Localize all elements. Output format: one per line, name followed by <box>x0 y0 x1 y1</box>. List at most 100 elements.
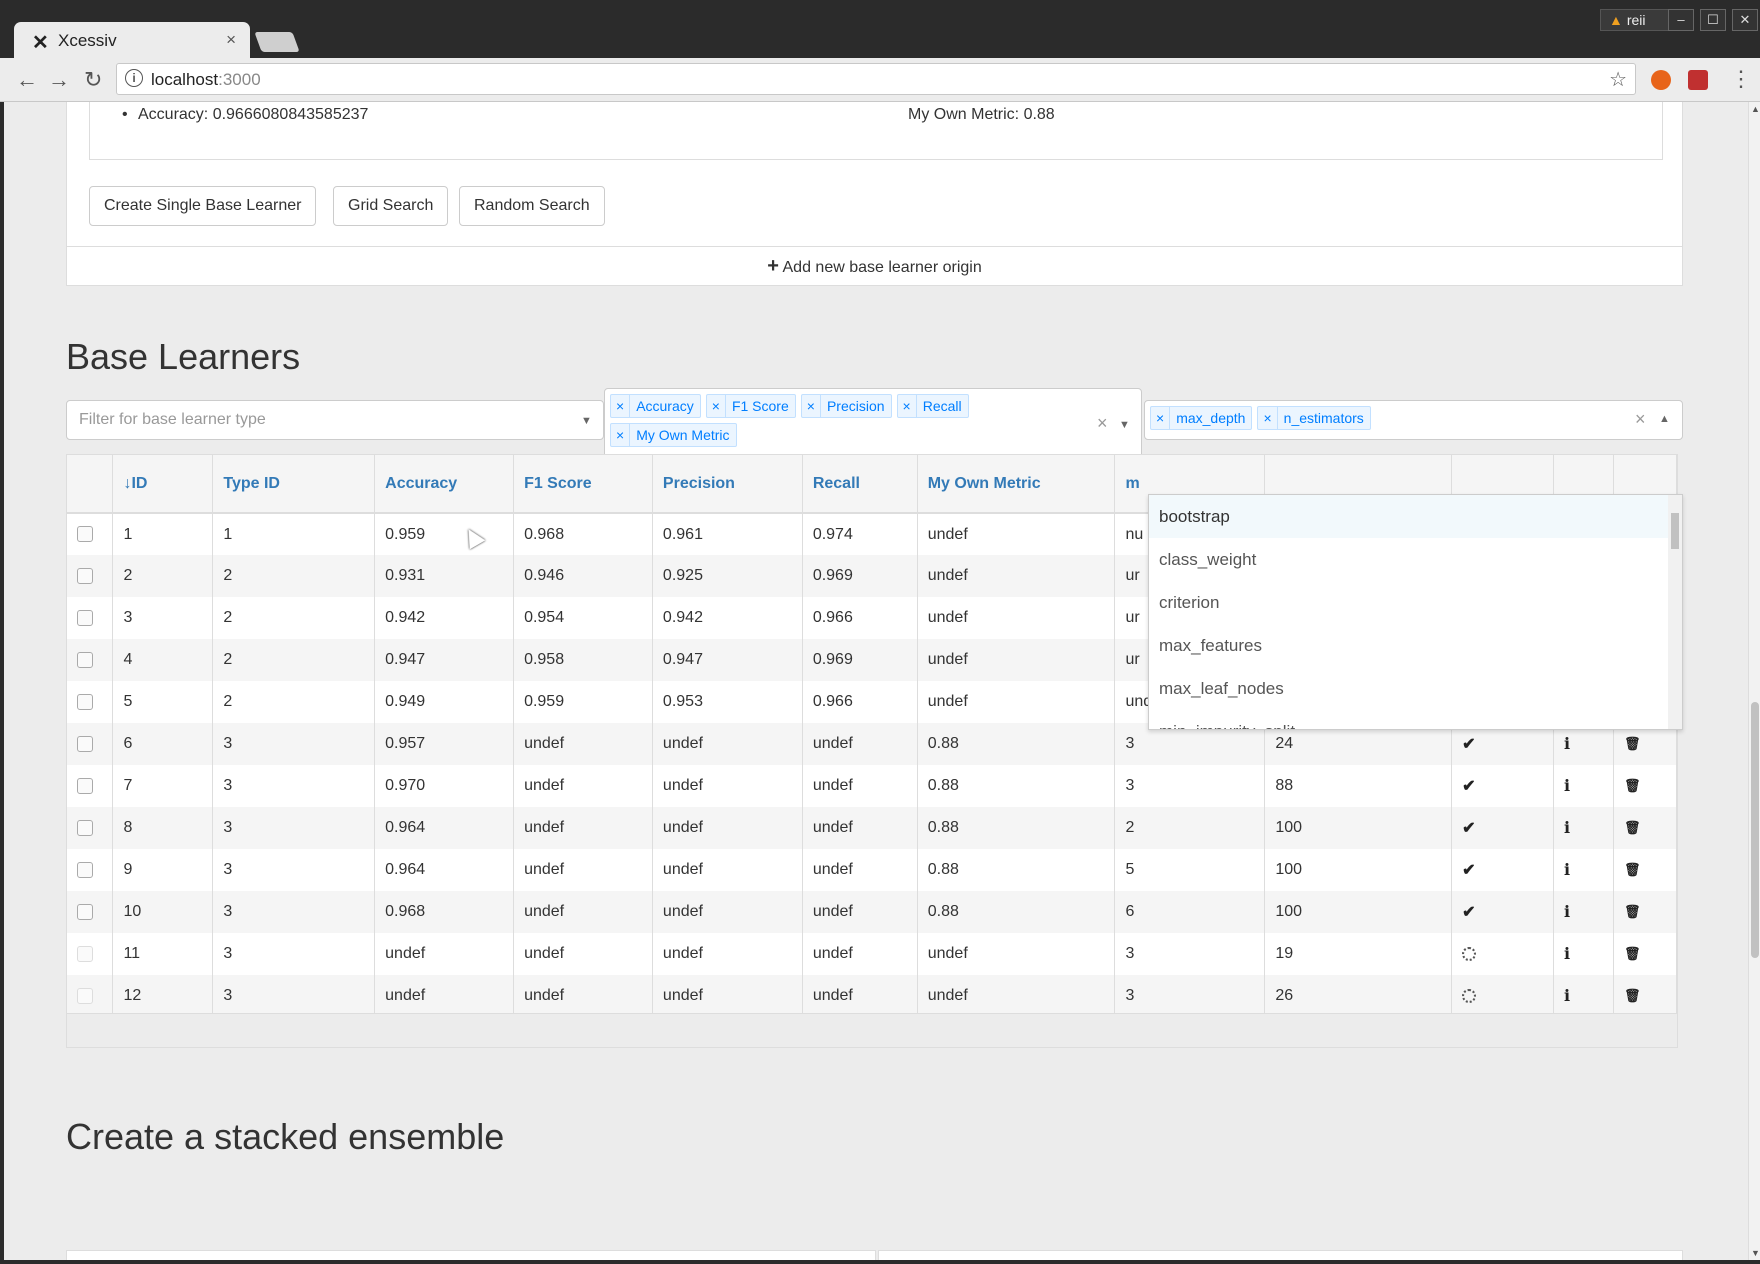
table-row: 10 3 0.968 undef undef undef 0.88 6 100 ✔ i 🗑 <box>67 891 1678 933</box>
bookmark-star-icon[interactable]: ☆ <box>1609 67 1627 92</box>
forward-icon[interactable]: → <box>48 67 70 93</box>
column-header-recall[interactable]: Recall <box>802 455 918 514</box>
random-search-button[interactable]: Random Search <box>459 186 605 226</box>
metric-chip[interactable]: × Recall <box>896 394 969 418</box>
base-learner-type-filter[interactable]: Filter for base learner type ▼ <box>66 400 604 440</box>
browser-tab[interactable]: ✕ Xcessiv × <box>14 22 250 58</box>
row-checkbox[interactable] <box>77 777 93 794</box>
cell-type: 3 <box>212 933 376 975</box>
column-header-type-id[interactable]: Type ID <box>212 455 376 514</box>
row-checkbox[interactable] <box>77 651 93 668</box>
cell-rec: undef <box>802 891 918 933</box>
metric-chip[interactable]: × F1 Score <box>705 394 796 418</box>
remove-chip-icon[interactable]: × <box>1151 407 1171 429</box>
dropdown-option[interactable]: max_features <box>1149 624 1682 667</box>
clear-icon[interactable]: × <box>1097 413 1108 434</box>
row-checkbox[interactable] <box>77 819 93 836</box>
info-icon[interactable]: i <box>1564 776 1570 795</box>
param-chip[interactable]: × n_estimators <box>1257 406 1371 430</box>
info-icon[interactable]: i <box>1564 818 1570 837</box>
info-icon[interactable]: i <box>125 69 143 87</box>
row-checkbox[interactable] <box>77 693 93 710</box>
metric-chip[interactable]: × Precision <box>800 394 892 418</box>
row-checkbox[interactable] <box>77 567 93 584</box>
trash-icon[interactable]: 🗑 <box>1624 736 1641 751</box>
grid-search-button[interactable]: Grid Search <box>333 186 449 226</box>
trash-icon[interactable]: 🗑 <box>1624 904 1641 919</box>
row-checkbox-cell <box>67 555 114 597</box>
column-header-accuracy[interactable]: Accuracy <box>374 455 515 514</box>
cell-rec: undef <box>802 765 918 807</box>
reload-icon[interactable]: ↻ <box>84 67 102 93</box>
cell-own: 0.88 <box>917 807 1116 849</box>
cell-prec: 0.947 <box>652 639 803 681</box>
remove-chip-icon[interactable]: × <box>898 395 917 417</box>
dropdown-option[interactable]: min_impurity_split <box>1149 710 1682 729</box>
page-scrollbar[interactable]: ▲ ▼ <box>1748 102 1760 1260</box>
remove-chip-icon[interactable]: × <box>707 395 726 417</box>
column-header-my-own-metric[interactable]: My Own Metric <box>917 455 1116 514</box>
browser-menu-icon[interactable]: ⋮ <box>1730 66 1752 92</box>
row-checkbox <box>77 987 93 1004</box>
cell-prec: undef <box>652 723 803 765</box>
trash-icon[interactable]: 🗑 <box>1624 946 1641 961</box>
trash-icon[interactable]: 🗑 <box>1624 862 1641 877</box>
dropdown-option[interactable]: class_weight <box>1149 538 1682 581</box>
cell-f1: undef <box>513 723 653 765</box>
dropdown-option[interactable]: bootstrap <box>1149 495 1682 538</box>
row-checkbox[interactable] <box>77 735 93 752</box>
row-checkbox[interactable] <box>77 526 93 543</box>
trash-icon[interactable]: 🗑 <box>1624 988 1641 1003</box>
dropdown-option[interactable]: max_leaf_nodes <box>1149 667 1682 710</box>
chevron-down-icon[interactable]: ▼ <box>581 415 592 427</box>
maximize-button[interactable]: ☐ <box>1700 9 1726 31</box>
back-icon[interactable]: ← <box>16 67 38 93</box>
add-base-learner-origin-button[interactable]: + Add new base learner origin <box>66 246 1683 286</box>
remove-chip-icon[interactable]: × <box>611 424 631 446</box>
param-chip[interactable]: × max_depth <box>1150 406 1253 430</box>
clear-icon[interactable]: × <box>1635 409 1646 430</box>
extension-icon[interactable] <box>1651 70 1671 90</box>
remove-chip-icon[interactable]: × <box>1258 407 1278 429</box>
info-icon[interactable]: i <box>1564 902 1570 921</box>
row-checkbox[interactable] <box>77 861 93 878</box>
extension-icon[interactable] <box>1688 70 1708 90</box>
row-checkbox[interactable] <box>77 609 93 626</box>
remove-chip-icon[interactable]: × <box>611 395 631 417</box>
column-header-precision[interactable]: Precision <box>652 455 803 514</box>
address-bar[interactable]: i localhost:3000 ☆ <box>116 63 1636 95</box>
info-icon[interactable]: i <box>1564 734 1570 753</box>
chevron-down-icon[interactable]: ▼ <box>1119 419 1130 431</box>
info-icon[interactable]: i <box>1564 986 1570 1005</box>
trash-icon[interactable]: 🗑 <box>1624 820 1641 835</box>
hyperparam-column-select[interactable]: × max_depth × n_estimators × ▲ <box>1144 400 1683 440</box>
table-row: 8 3 0.964 undef undef undef 0.88 2 100 ✔ i 🗑 <box>67 807 1678 849</box>
row-checkbox[interactable] <box>77 903 93 920</box>
chevron-up-icon[interactable]: ▲ <box>1659 413 1670 425</box>
scrollbar-thumb[interactable] <box>1751 702 1759 958</box>
close-window-button[interactable]: ✕ <box>1732 9 1758 31</box>
cell-acc: 0.968 <box>374 891 515 933</box>
dropdown-scrollbar[interactable] <box>1668 495 1682 729</box>
tab-close-icon[interactable]: × <box>226 30 236 50</box>
info-icon[interactable]: i <box>1564 944 1570 963</box>
trash-icon[interactable]: 🗑 <box>1624 778 1641 793</box>
minimize-button[interactable]: – <box>1668 9 1694 31</box>
scroll-down-icon[interactable]: ▼ <box>1751 1248 1760 1258</box>
cell-type: 3 <box>212 765 376 807</box>
create-single-base-learner-button[interactable]: Create Single Base Learner <box>89 186 317 226</box>
scroll-up-icon[interactable]: ▲ <box>1751 104 1760 114</box>
dropdown-option[interactable]: criterion <box>1149 581 1682 624</box>
accuracy-metric: Accuracy: 0.9666080843585237 <box>122 106 368 124</box>
profile-button[interactable]: ▲ reii <box>1600 9 1670 31</box>
browser-titlebar: ✕ Xcessiv × ▲ reii – ☐ ✕ <box>0 0 1760 58</box>
info-icon[interactable]: i <box>1564 860 1570 879</box>
column-header-f1-score[interactable]: F1 Score <box>513 455 653 514</box>
column-header-id[interactable]: ↓ID <box>112 455 214 514</box>
metric-chip[interactable]: × My Own Metric <box>610 423 737 447</box>
metrics-column-select[interactable]: × Accuracy × F1 Score × Precision × Recall × My … <box>604 388 1142 464</box>
cell-p2: 26 <box>1264 975 1453 1017</box>
metric-chip[interactable]: × Accuracy <box>610 394 701 418</box>
new-tab-button[interactable] <box>254 32 300 52</box>
remove-chip-icon[interactable]: × <box>802 395 821 417</box>
